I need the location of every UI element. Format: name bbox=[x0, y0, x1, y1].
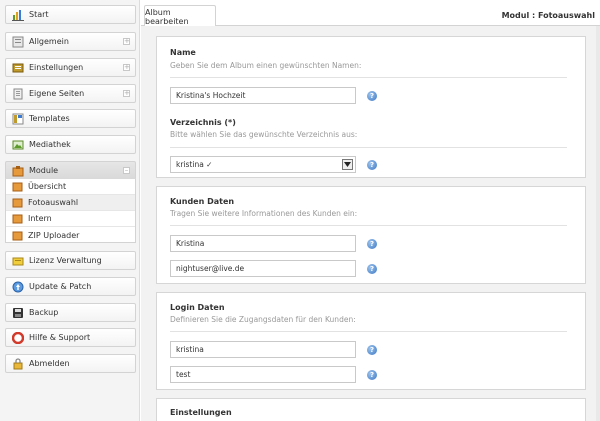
subnav-item-zip-uploader[interactable]: ZIP Uploader bbox=[6, 227, 135, 243]
sidebar-item-label: Mediathek bbox=[29, 140, 71, 149]
collapse-icon[interactable]: – bbox=[123, 167, 130, 174]
subnav-item-label: Fotoauswahl bbox=[28, 198, 79, 207]
help-icon[interactable]: ? bbox=[367, 370, 377, 380]
section-kunden-daten: Kunden Daten Tragen Sie weitere Informat… bbox=[156, 186, 586, 284]
folder-select[interactable]: kristina ✓ bbox=[170, 156, 356, 173]
sidebar-item-abmelden[interactable]: Abmelden bbox=[5, 354, 136, 373]
help-icon[interactable]: ? bbox=[367, 345, 377, 355]
section-subtitle: Bitte wählen Sie das gewünschte Verzeich… bbox=[170, 130, 358, 139]
scrollbar[interactable] bbox=[596, 26, 600, 421]
divider bbox=[170, 77, 567, 78]
settings-icon bbox=[12, 62, 24, 74]
sidebar-item-label: Abmelden bbox=[29, 359, 70, 368]
sidebar-item-update[interactable]: Update & Patch bbox=[5, 277, 136, 296]
templates-icon bbox=[12, 113, 24, 125]
sidebar-item-label: Allgemein bbox=[29, 37, 69, 46]
sidebar-item-lizenz[interactable]: Lizenz Verwaltung bbox=[5, 251, 136, 270]
media-icon bbox=[12, 139, 24, 151]
subnav-item-label: Übersicht bbox=[28, 182, 67, 191]
customer-name-input[interactable]: Kristina bbox=[170, 235, 356, 252]
sidebar-item-allgemein[interactable]: Allgemein + bbox=[5, 32, 136, 51]
album-name-input[interactable]: Kristina's Hochzeit bbox=[170, 87, 356, 104]
section-name: Name Geben Sie dem Album einen gewünscht… bbox=[156, 36, 586, 178]
content-area: Name Geben Sie dem Album einen gewünscht… bbox=[141, 26, 600, 421]
section-einstellungen: Einstellungen bbox=[156, 398, 586, 421]
sidebar-item-label: Update & Patch bbox=[29, 282, 92, 291]
sidebar-item-label: Templates bbox=[29, 114, 70, 123]
sidebar-item-einstellungen[interactable]: Einstellungen + bbox=[5, 58, 136, 77]
tab-strip: Album bearbeiten Modul : Fotoauswahl bbox=[141, 0, 600, 27]
section-title: Login Daten bbox=[170, 303, 225, 312]
login-username-input[interactable]: kristina bbox=[170, 341, 356, 358]
module-icon bbox=[12, 197, 23, 208]
sidebar-item-label: Backup bbox=[29, 308, 59, 317]
logout-icon bbox=[12, 357, 24, 370]
divider bbox=[170, 225, 567, 226]
sidebar: Start Allgemein + Einstellungen + Eigene… bbox=[0, 0, 140, 421]
section-subtitle: Tragen Sie weitere Informationen des Kun… bbox=[170, 209, 358, 218]
module-title: Modul : Fotoauswahl bbox=[501, 11, 595, 20]
help-icon[interactable]: ? bbox=[367, 91, 377, 101]
section-login-daten: Login Daten Definieren Sie die Zugangsda… bbox=[156, 292, 586, 390]
chevron-down-icon[interactable] bbox=[342, 159, 353, 170]
sidebar-item-label: Start bbox=[29, 10, 49, 19]
subnav-item-label: Intern bbox=[28, 214, 52, 223]
expand-icon[interactable]: + bbox=[123, 90, 130, 97]
sidebar-item-label: Lizenz Verwaltung bbox=[29, 256, 102, 265]
sidebar-item-backup[interactable]: Backup bbox=[5, 303, 136, 322]
section-title: Einstellungen bbox=[170, 408, 232, 417]
subnav-item-fotoauswahl[interactable]: Fotoauswahl bbox=[6, 195, 135, 211]
sidebar-item-label: Eigene Seiten bbox=[29, 89, 85, 98]
expand-icon[interactable]: + bbox=[123, 64, 130, 71]
update-icon bbox=[12, 281, 24, 293]
license-icon bbox=[12, 255, 24, 267]
subnav-item-uebersicht[interactable]: Übersicht bbox=[6, 179, 135, 195]
help-icon[interactable]: ? bbox=[367, 264, 377, 274]
section-subtitle: Definieren Sie die Zugangsdaten für den … bbox=[170, 315, 356, 324]
login-password-input[interactable]: test bbox=[170, 366, 356, 383]
help-support-icon bbox=[12, 331, 24, 344]
divider bbox=[170, 331, 567, 332]
module-subnav: Übersicht Fotoauswahl Intern ZIP Uploade… bbox=[5, 179, 136, 243]
main-area: Album bearbeiten Modul : Fotoauswahl Nam… bbox=[141, 0, 600, 421]
general-settings-icon bbox=[12, 36, 24, 48]
help-icon[interactable]: ? bbox=[367, 239, 377, 249]
sidebar-item-hilfe[interactable]: Hilfe & Support bbox=[5, 328, 136, 347]
module-icon bbox=[12, 181, 23, 192]
sidebar-item-start[interactable]: Start bbox=[5, 5, 136, 24]
module-icon bbox=[12, 230, 23, 241]
sidebar-item-eigene-seiten[interactable]: Eigene Seiten + bbox=[5, 84, 136, 103]
module-icon bbox=[12, 165, 24, 177]
sidebar-item-label: Hilfe & Support bbox=[29, 333, 91, 342]
tab-album-bearbeiten[interactable]: Album bearbeiten bbox=[144, 5, 216, 27]
pages-icon bbox=[12, 88, 24, 100]
customer-email-input[interactable]: nightuser@live.de bbox=[170, 260, 356, 277]
sidebar-item-label: Module bbox=[29, 166, 59, 175]
module-icon bbox=[12, 213, 23, 224]
expand-icon[interactable]: + bbox=[123, 38, 130, 45]
sidebar-item-mediathek[interactable]: Mediathek bbox=[5, 135, 136, 154]
section-title: Verzeichnis (*) bbox=[170, 118, 236, 127]
sidebar-item-label: Einstellungen bbox=[29, 63, 84, 72]
divider bbox=[170, 147, 567, 148]
backup-icon bbox=[12, 307, 24, 319]
chart-icon bbox=[12, 9, 24, 21]
subnav-item-intern[interactable]: Intern bbox=[6, 211, 135, 227]
sidebar-item-module[interactable]: Module – bbox=[5, 161, 136, 180]
sidebar-item-templates[interactable]: Templates bbox=[5, 109, 136, 128]
help-icon[interactable]: ? bbox=[367, 160, 377, 170]
section-title: Name bbox=[170, 48, 196, 57]
subnav-item-label: ZIP Uploader bbox=[28, 230, 80, 240]
section-title: Kunden Daten bbox=[170, 197, 235, 206]
folder-select-value: kristina ✓ bbox=[176, 160, 213, 169]
section-subtitle: Geben Sie dem Album einen gewünschten Na… bbox=[170, 61, 362, 70]
